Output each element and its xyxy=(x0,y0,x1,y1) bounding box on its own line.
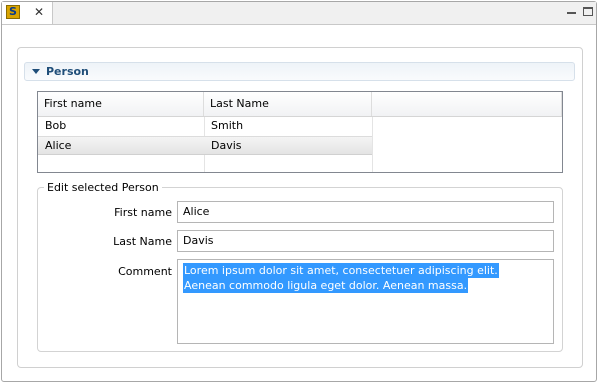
cell-first-name: Bob xyxy=(45,119,67,132)
cell-last-name: Smith xyxy=(211,119,244,132)
column-header-last-name[interactable]: Last Name xyxy=(204,92,372,116)
last-name-label: Last Name xyxy=(113,235,172,248)
maximize-icon[interactable] xyxy=(582,6,594,18)
section-title[interactable]: Person xyxy=(46,65,89,78)
section-header[interactable]: Person xyxy=(24,62,575,81)
table-row-empty xyxy=(38,155,372,172)
close-icon[interactable]: ✕ xyxy=(32,5,46,19)
chevron-down-icon[interactable] xyxy=(32,69,40,74)
comment-line-selected: Lorem ipsum dolor sit amet, consectetuer… xyxy=(183,263,499,278)
table-row[interactable]: Bob Smith xyxy=(38,117,372,136)
comment-textarea[interactable]: Lorem ipsum dolor sit amet, consectetuer… xyxy=(177,259,554,344)
column-header-first-name[interactable]: First name xyxy=(38,92,204,116)
app-s-icon: S xyxy=(6,5,20,19)
tab-bar: S ✕ xyxy=(2,2,596,25)
cell-last-name: Davis xyxy=(211,139,242,152)
comment-label: Comment xyxy=(118,265,172,278)
edit-group-legend: Edit selected Person xyxy=(44,181,162,194)
table-header: First name Last Name xyxy=(38,92,562,117)
comment-line-selected: Aenean commodo ligula eget dolor. Aenean… xyxy=(183,278,469,293)
table-row-selected[interactable]: Alice Davis xyxy=(38,136,372,155)
column-divider xyxy=(372,117,373,172)
person-table[interactable]: First name Last Name Bob Smith Alice Dav… xyxy=(37,91,563,173)
first-name-field[interactable]: Alice xyxy=(177,201,554,223)
view-tab[interactable]: S ✕ xyxy=(2,2,53,24)
column-header-filler xyxy=(372,92,562,116)
minimize-icon[interactable] xyxy=(566,6,578,18)
first-name-label: First name xyxy=(114,206,172,219)
cell-first-name: Alice xyxy=(45,139,72,152)
last-name-field[interactable]: Davis xyxy=(177,230,554,252)
